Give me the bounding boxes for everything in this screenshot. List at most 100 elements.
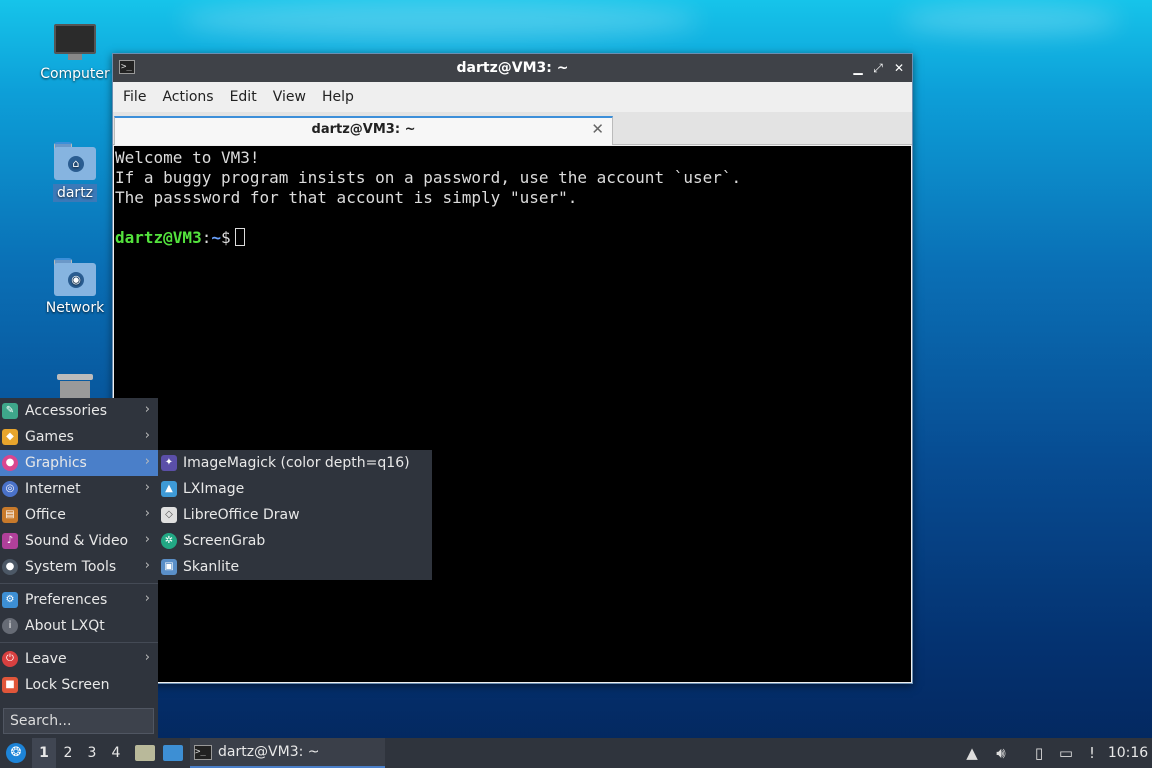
menu-item-internet[interactable]: ◎ Internet › [0, 476, 158, 502]
titlebar[interactable]: >_ dartz@VM3: ~ ▁ ⤢ ✕ [113, 54, 912, 82]
menu-file[interactable]: File [116, 89, 153, 105]
desktop-icon-home[interactable]: ⌂ dartz [30, 142, 120, 202]
menu-item-label: Leave [25, 651, 67, 667]
menu-help[interactable]: Help [315, 89, 361, 105]
libreoffice-draw-icon: ◇ [161, 507, 177, 523]
terminal-line: If a buggy program insists on a password… [115, 168, 742, 187]
sound-video-icon: ♪ [2, 533, 18, 549]
desktop-icon [163, 745, 183, 761]
games-icon: ◆ [2, 429, 18, 445]
menu-item-label: About LXQt [25, 618, 105, 634]
menubar: File Actions Edit View Help [113, 82, 912, 112]
tab-label: dartz@VM3: ~ [311, 122, 416, 137]
search-input[interactable]: Search... [3, 708, 154, 734]
taskbar: ❂ 1 2 3 4 >_ dartz@VM3: ~ ▲ 🔊︎ ▯ ▭ ! 10:… [0, 738, 1152, 768]
menu-item-label: Preferences [25, 592, 108, 608]
start-menu: ✎ Accessories › ◆ Games › ● Graphics › ◎… [0, 398, 158, 738]
chevron-right-icon: › [144, 532, 150, 547]
screengrab-icon: ✲ [161, 533, 177, 549]
menu-view[interactable]: View [266, 89, 313, 105]
tab-bar: dartz@VM3: ~ ✕ [113, 112, 912, 145]
menu-item-lock-screen[interactable]: ■ Lock Screen [0, 672, 158, 698]
menu-item-preferences[interactable]: ⚙ Preferences › [0, 587, 158, 613]
submenu-item-label: LXImage [183, 481, 245, 497]
volume-icon[interactable]: 🔊︎ [990, 738, 1012, 768]
close-button[interactable]: ✕ [890, 59, 908, 77]
menu-item-label: Internet [25, 481, 81, 497]
submenu-item-libreoffice-draw[interactable]: ◇ LibreOffice Draw [158, 502, 432, 528]
prompt-separator: : [201, 228, 212, 247]
terminal-output[interactable]: Welcome to VM3! If a buggy program insist… [114, 146, 911, 682]
file-manager-icon [135, 745, 155, 761]
menu-actions[interactable]: Actions [155, 89, 220, 105]
desktop-icon-network[interactable]: ◉ Network [30, 258, 120, 316]
menu-item-accessories[interactable]: ✎ Accessories › [0, 398, 158, 424]
workspace-4[interactable]: 4 [104, 738, 128, 768]
lock-icon: ■ [2, 677, 18, 693]
desktop-icon-label: Computer [40, 66, 110, 82]
office-icon: ▤ [2, 507, 18, 523]
about-icon: i [2, 618, 18, 634]
terminal-line: The passsword for that account is simply… [115, 188, 578, 207]
system-tools-icon: ● [2, 559, 18, 575]
preferences-icon: ⚙ [2, 592, 18, 608]
maximize-button[interactable]: ⤢ [869, 59, 887, 77]
network-folder-icon: ◉ [54, 258, 96, 296]
leave-icon: ⏻ [2, 651, 18, 667]
menu-item-graphics[interactable]: ● Graphics › [0, 450, 158, 476]
submenu-item-label: LibreOffice Draw [183, 507, 300, 523]
terminal-cursor [234, 228, 245, 246]
menu-item-system-tools[interactable]: ● System Tools › [0, 554, 158, 580]
skanlite-icon: ▣ [161, 559, 177, 575]
task-label: dartz@VM3: ~ [218, 744, 320, 760]
menu-item-label: Office [25, 507, 66, 523]
workspace-3[interactable]: 3 [80, 738, 104, 768]
minimize-button[interactable]: ▁ [849, 59, 867, 77]
clock[interactable]: 10:16 [1106, 738, 1150, 768]
terminal-icon: >_ [194, 744, 212, 760]
desktop-icon-computer[interactable]: Computer [30, 24, 120, 82]
menu-item-sound-video[interactable]: ♪ Sound & Video › [0, 528, 158, 554]
tray-arrow-icon[interactable]: ▲ [962, 738, 982, 768]
menu-item-office[interactable]: ▤ Office › [0, 502, 158, 528]
terminal-window: >_ dartz@VM3: ~ ▁ ⤢ ✕ File Actions Edit … [112, 53, 913, 684]
prompt-line: dartz@VM3:~$ [115, 228, 911, 248]
window-title: dartz@VM3: ~ [456, 60, 569, 76]
submenu-item-imagemagick[interactable]: ✦ ImageMagick (color depth=q16) [158, 450, 432, 476]
submenu-item-screengrab[interactable]: ✲ ScreenGrab [158, 528, 432, 554]
prompt-symbol: $ [220, 228, 231, 247]
menu-item-label: Graphics [25, 455, 87, 471]
home-folder-icon: ⌂ [54, 142, 96, 180]
menu-edit[interactable]: Edit [223, 89, 264, 105]
network-icon[interactable]: ▭ [1055, 738, 1077, 768]
start-menu-button[interactable]: ❂ [4, 738, 28, 768]
menu-item-label: Sound & Video [25, 533, 129, 549]
submenu-item-skanlite[interactable]: ▣ Skanlite [158, 554, 432, 580]
submenu-item-label: Skanlite [183, 559, 240, 575]
prompt-path: ~ [211, 228, 221, 247]
tab-close-icon[interactable]: ✕ [591, 120, 604, 138]
submenu-item-lximage[interactable]: ▲ LXImage [158, 476, 432, 502]
file-manager-launcher[interactable] [133, 738, 157, 768]
menu-item-games[interactable]: ◆ Games › [0, 424, 158, 450]
tab-terminal[interactable]: dartz@VM3: ~ ✕ [114, 116, 613, 145]
desktop-icon-label: dartz [52, 184, 98, 202]
notification-icon[interactable]: ! [1081, 738, 1103, 768]
task-terminal[interactable]: >_ dartz@VM3: ~ [190, 738, 385, 768]
workspace-1[interactable]: 1 [32, 738, 56, 768]
show-desktop-button[interactable] [161, 738, 185, 768]
chevron-right-icon: › [144, 558, 150, 573]
terminal-icon: >_ [119, 60, 135, 74]
chevron-right-icon: › [144, 591, 150, 606]
clipboard-icon[interactable]: ▯ [1028, 738, 1050, 768]
chevron-right-icon: › [144, 454, 150, 469]
accessories-icon: ✎ [2, 403, 18, 419]
chevron-right-icon: › [144, 506, 150, 521]
menu-item-about[interactable]: i About LXQt [0, 613, 158, 639]
menu-item-leave[interactable]: ⏻ Leave › [0, 646, 158, 672]
workspace-2[interactable]: 2 [56, 738, 80, 768]
chevron-right-icon: › [144, 480, 150, 495]
terminal-line: Welcome to VM3! [115, 148, 260, 167]
menu-item-label: Games [25, 429, 74, 445]
